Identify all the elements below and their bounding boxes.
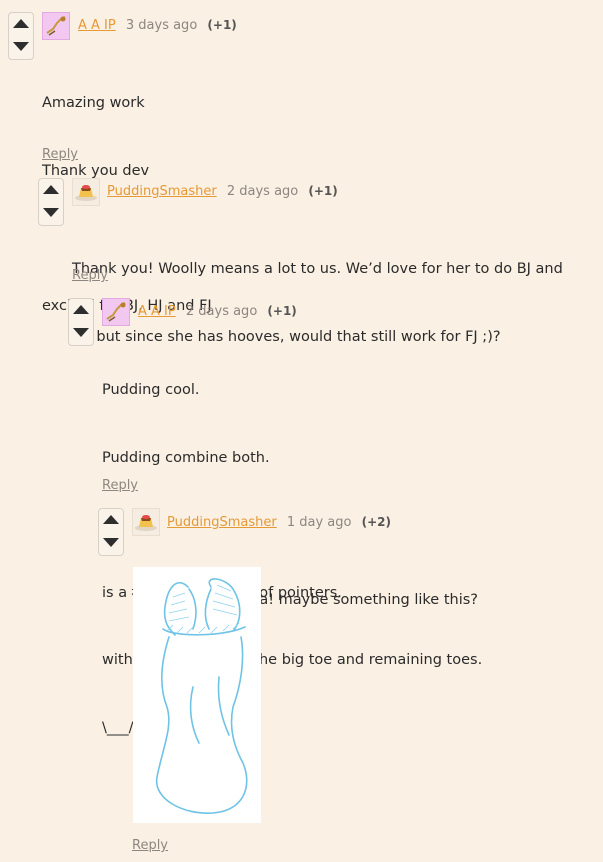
author-link[interactable]: A A IP xyxy=(78,18,116,33)
upvote-arrow-icon[interactable] xyxy=(43,185,59,194)
author-link[interactable]: A A IP xyxy=(138,304,176,319)
attached-sketch-image[interactable] xyxy=(133,567,261,823)
score-badge: (+1) xyxy=(308,184,338,198)
hoof-foot-sketch-icon xyxy=(155,578,248,814)
fox-figure-icon xyxy=(106,302,126,322)
downvote-arrow-icon[interactable] xyxy=(103,538,119,547)
timestamp: 1 day ago xyxy=(286,515,352,530)
comment-line: Pudding combine both. xyxy=(102,449,270,466)
comment-meta: PuddingSmasher 1 day ago (+2) xyxy=(167,514,391,531)
vote-widget xyxy=(38,178,64,226)
upvote-arrow-icon[interactable] xyxy=(73,305,89,314)
author-link[interactable]: PuddingSmasher xyxy=(167,515,277,530)
score-badge: (+1) xyxy=(207,18,237,32)
comment-line: Thank you! Woolly means a lot to us. We’… xyxy=(72,261,563,277)
score-badge: (+2) xyxy=(361,515,391,529)
comment-meta: PuddingSmasher 2 days ago (+1) xyxy=(107,183,338,200)
comment-meta: A A IP 2 days ago (+1) xyxy=(138,303,297,320)
comment-line: Pudding cool. xyxy=(102,382,200,398)
vote-widget xyxy=(8,12,34,60)
timestamp: 3 days ago xyxy=(125,18,198,33)
timestamp: 2 days ago xyxy=(185,304,258,319)
reply-link[interactable]: Reply xyxy=(72,268,108,284)
avatar[interactable] xyxy=(72,178,100,206)
fox-figure-icon xyxy=(46,16,66,36)
avatar[interactable] xyxy=(102,298,130,326)
comment-meta: A A IP 3 days ago (+1) xyxy=(78,17,237,34)
author-link[interactable]: PuddingSmasher xyxy=(107,184,217,199)
downvote-arrow-icon[interactable] xyxy=(73,328,89,337)
reply-link[interactable]: Reply xyxy=(42,147,78,163)
comment-line: Amazing work xyxy=(42,95,145,111)
reply-link[interactable]: Reply xyxy=(102,478,138,494)
reply-link[interactable]: Reply xyxy=(132,838,168,854)
downvote-arrow-icon[interactable] xyxy=(43,208,59,217)
score-badge: (+1) xyxy=(267,304,297,318)
avatar[interactable] xyxy=(42,12,70,40)
avatar[interactable] xyxy=(132,508,160,536)
upvote-arrow-icon[interactable] xyxy=(103,515,119,524)
timestamp: 2 days ago xyxy=(226,184,299,199)
vote-widget xyxy=(98,508,124,556)
upvote-arrow-icon[interactable] xyxy=(13,19,29,28)
downvote-arrow-icon[interactable] xyxy=(13,42,29,51)
pudding-icon xyxy=(135,515,157,531)
vote-widget xyxy=(68,298,94,346)
pudding-icon xyxy=(75,185,97,201)
